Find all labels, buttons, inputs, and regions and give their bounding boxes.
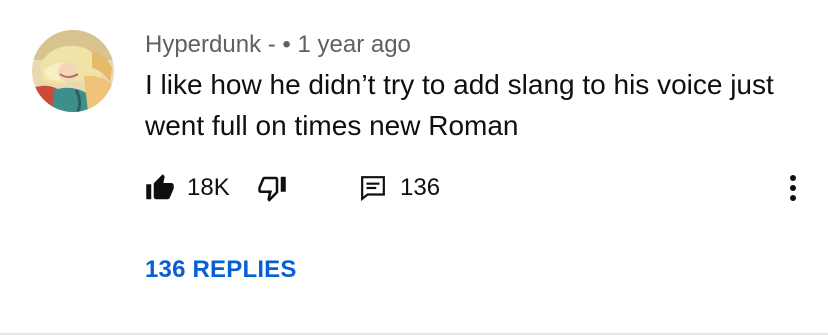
- more-vertical-icon: [790, 175, 796, 201]
- comment-timestamp[interactable]: 1 year ago: [297, 30, 410, 60]
- reply-button[interactable]: 136: [360, 170, 440, 206]
- thumbs-up-filled-icon: [146, 174, 174, 200]
- reply-count: 136: [400, 174, 441, 201]
- more-actions-button[interactable]: [783, 170, 803, 206]
- comment-text: I like how he didn’t try to add slang to…: [145, 69, 774, 141]
- reply-bubble-icon: [361, 176, 385, 201]
- view-replies-link[interactable]: 136 REPLIES: [145, 256, 297, 284]
- comment-actions: 18K 136: [145, 170, 815, 206]
- like-count: 18K: [187, 174, 230, 201]
- like-button[interactable]: 18K: [145, 170, 230, 206]
- author-name[interactable]: Hyperdunk -: [145, 30, 276, 60]
- thumbs-down-outline-icon: [258, 176, 286, 202]
- dislike-button[interactable]: [257, 170, 287, 206]
- meta-separator: •: [282, 31, 291, 58]
- avatar[interactable]: [32, 30, 114, 112]
- avatar-image: [32, 30, 114, 112]
- comment-header: Hyperdunk - • 1 year ago: [145, 30, 411, 60]
